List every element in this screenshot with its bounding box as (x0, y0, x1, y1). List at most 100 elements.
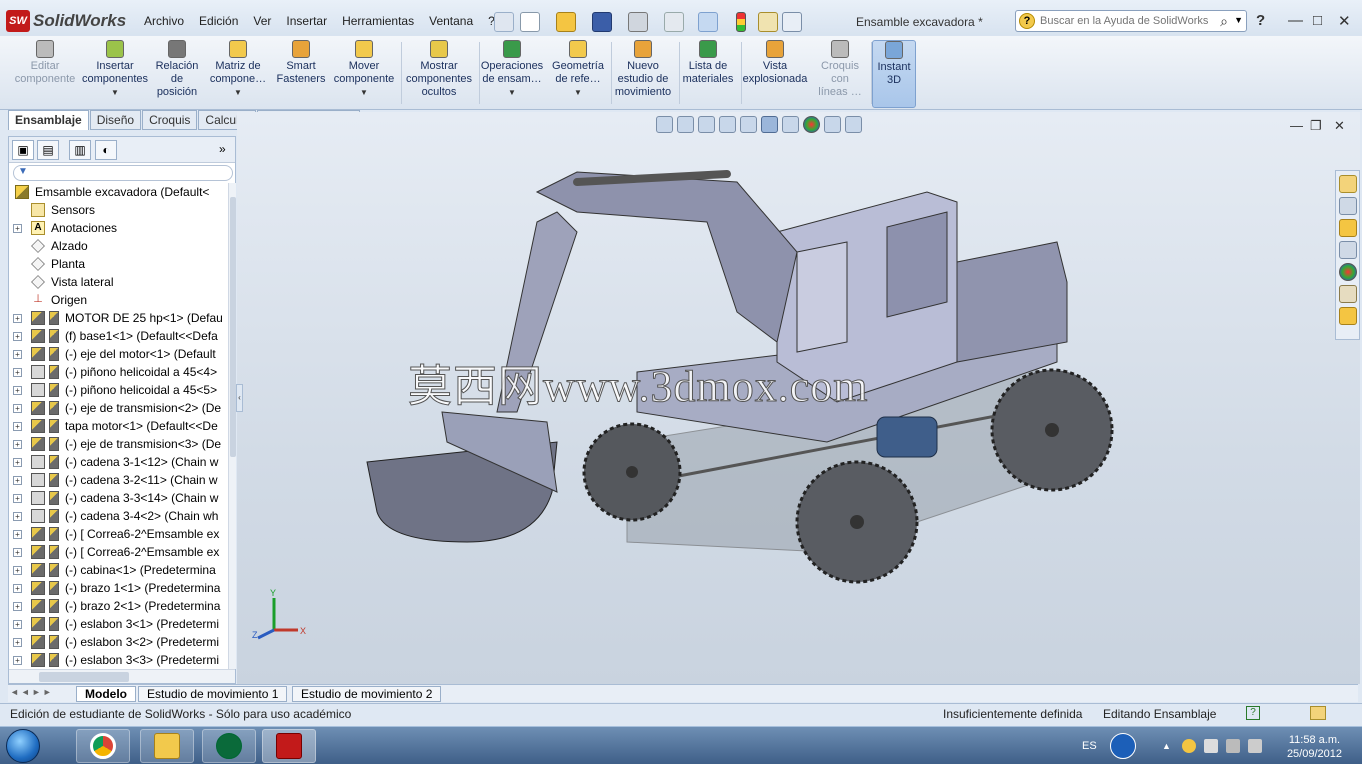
open-folder-icon[interactable] (556, 12, 576, 32)
view-settings-icon[interactable] (845, 116, 862, 133)
help-menu-icon[interactable]: ? (1256, 12, 1265, 29)
restore-window-button[interactable]: □ (1313, 12, 1322, 29)
tree-item[interactable]: + tapa motor<1> (Default<<De (9, 417, 227, 435)
tree-item[interactable]: + (-) brazo 1<1> (Predetermina (9, 579, 227, 597)
print-icon[interactable] (628, 12, 648, 32)
expand-icon[interactable]: + (13, 458, 22, 467)
solidworks-taskbar-button[interactable] (262, 729, 316, 763)
ribbon-button[interactable]: Lista de materiales (678, 40, 738, 108)
expand-icon[interactable]: + (13, 548, 22, 557)
options-icon[interactable] (782, 12, 802, 32)
view-orientation-icon[interactable] (740, 116, 757, 133)
zoom-to-fit-icon[interactable] (656, 116, 673, 133)
expand-panel-icon[interactable]: » (219, 142, 226, 156)
tree-item[interactable]: + (-) eje de transmision<2> (De (9, 399, 227, 417)
menu-item[interactable]: Edición (199, 14, 238, 28)
bottom-tab[interactable]: Estudio de movimiento 2 (292, 686, 442, 702)
tree-item[interactable]: Emsamble excavadora (Default< (9, 183, 227, 201)
chrome-taskbar-button[interactable] (76, 729, 130, 763)
tree-item[interactable]: Planta (9, 255, 227, 273)
menu-item[interactable]: Herramientas (342, 14, 414, 28)
ribbon-button[interactable]: Insertar componentes ▼ (80, 40, 150, 108)
ribbon-button[interactable]: Geometría de refe… ▼ (548, 40, 608, 108)
tree-filter-box[interactable]: ▼ (13, 165, 233, 181)
ribbon-button[interactable]: Mover componente ▼ (330, 40, 398, 108)
expand-icon[interactable]: + (13, 422, 22, 431)
tree-item[interactable]: + A Anotaciones (9, 219, 227, 237)
expand-icon[interactable]: + (13, 602, 22, 611)
expand-icon[interactable]: + (13, 494, 22, 503)
section-view-icon[interactable] (719, 116, 736, 133)
ribbon-button[interactable]: Instant 3D (872, 40, 916, 108)
clock[interactable]: 11:58 a.m. 25/09/2012 (1287, 733, 1342, 761)
tab-navigation-arrows[interactable]: ◄◄►► (10, 687, 54, 697)
action-center-icon[interactable] (1204, 739, 1218, 753)
tree-item[interactable]: + (-) eje de transmision<3> (De (9, 435, 227, 453)
expand-icon[interactable]: + (13, 638, 22, 647)
rebuild-traffic-light-icon[interactable] (736, 12, 746, 32)
command-tab[interactable]: Ensamblaje (8, 110, 89, 130)
bottom-tab[interactable]: Estudio de movimiento 1 (138, 686, 288, 702)
help-icon[interactable]: ? (1246, 706, 1260, 720)
expand-icon[interactable]: + (13, 386, 22, 395)
display-style-icon[interactable] (761, 116, 778, 133)
tree-item[interactable]: + (-) cadena 3-2<11> (Chain w (9, 471, 227, 489)
hp-taskbar-button[interactable] (202, 729, 256, 763)
tree-item[interactable]: + (-) piñono helicoidal a 45<5> (9, 381, 227, 399)
menu-item[interactable]: Insertar (286, 14, 327, 28)
expand-icon[interactable]: + (13, 332, 22, 341)
file-explorer-icon[interactable] (1339, 219, 1357, 237)
undo-icon[interactable] (664, 12, 684, 32)
custom-properties-icon[interactable] (1339, 285, 1357, 303)
select-cursor-icon[interactable] (698, 12, 718, 32)
tree-item[interactable]: + (-) eslabon 3<1> (Predetermi (9, 615, 227, 633)
tree-item[interactable]: + (-) [ Correa6-2^Emsamble ex (9, 525, 227, 543)
ribbon-button[interactable]: Matriz de compone… ▼ (206, 40, 270, 108)
ribbon-button[interactable]: Relación de posición (152, 40, 202, 108)
tree-item[interactable]: + (-) cadena 3-1<12> (Chain w (9, 453, 227, 471)
search-icon[interactable]: ⌕ (1220, 13, 1228, 30)
language-indicator[interactable]: ES (1082, 740, 1097, 752)
tree-horizontal-scrollbar[interactable] (9, 669, 235, 683)
menu-item[interactable]: Ventana (429, 14, 473, 28)
ribbon-button[interactable]: Nuevo estudio de movimiento (610, 40, 676, 108)
chevron-down-icon[interactable]: ▼ (330, 86, 398, 99)
expand-icon[interactable]: + (13, 512, 22, 521)
tree-item[interactable]: + (-) eslabon 3<2> (Predetermi (9, 633, 227, 651)
tray-app-icon[interactable] (1182, 739, 1196, 753)
chevron-down-icon[interactable]: ▼ (478, 86, 546, 99)
expand-icon[interactable]: + (13, 620, 22, 629)
scroll-thumb[interactable] (230, 197, 236, 457)
viewport-minimize-button[interactable]: — (1290, 118, 1303, 133)
resources-home-icon[interactable] (1339, 175, 1357, 193)
chevron-down-icon[interactable]: ▼ (1234, 15, 1243, 25)
minimize-window-button[interactable]: — (1288, 12, 1303, 29)
tree-item[interactable]: + (-) cadena 3-3<14> (Chain w (9, 489, 227, 507)
tree-item[interactable]: + (-) cadena 3-4<2> (Chain wh (9, 507, 227, 525)
tree-item[interactable]: + (-) brazo 2<1> (Predetermina (9, 597, 227, 615)
chevron-down-icon[interactable]: ▼ (80, 86, 150, 99)
expand-icon[interactable]: + (13, 530, 22, 539)
tree-item[interactable]: + (-) piñono helicoidal a 45<4> (9, 363, 227, 381)
ribbon-button[interactable]: Smart Fasteners (276, 40, 326, 108)
help-question-icon[interactable]: ? (1019, 13, 1035, 29)
tree-item[interactable]: + (-) [ Correa6-2^Emsamble ex (9, 543, 227, 561)
close-window-button[interactable]: ✕ (1338, 12, 1351, 30)
tag-icon[interactable] (1310, 706, 1326, 720)
app-logo[interactable]: SW SolidWorks (6, 8, 126, 34)
panel-splitter-handle[interactable]: ‹ (236, 384, 243, 412)
expand-icon[interactable]: + (13, 404, 22, 413)
tree-item[interactable]: + (-) eslabon 3<3> (Predetermi (9, 651, 227, 669)
zoom-to-area-icon[interactable] (677, 116, 694, 133)
propertymanager-tab-icon[interactable]: ▤ (37, 140, 59, 160)
chevron-down-icon[interactable]: ▼ (548, 86, 608, 99)
pin-icon[interactable] (494, 12, 514, 32)
expand-icon[interactable]: + (13, 350, 22, 359)
save-icon[interactable] (592, 12, 612, 32)
tree-item[interactable]: + (-) eje del motor<1> (Default (9, 345, 227, 363)
new-document-icon[interactable] (520, 12, 540, 32)
apply-scene-icon[interactable] (824, 116, 841, 133)
viewport-close-button[interactable]: ✕ (1334, 118, 1345, 134)
show-hidden-icons-icon[interactable]: ▲ (1162, 741, 1171, 751)
hide-show-items-icon[interactable] (782, 116, 799, 133)
